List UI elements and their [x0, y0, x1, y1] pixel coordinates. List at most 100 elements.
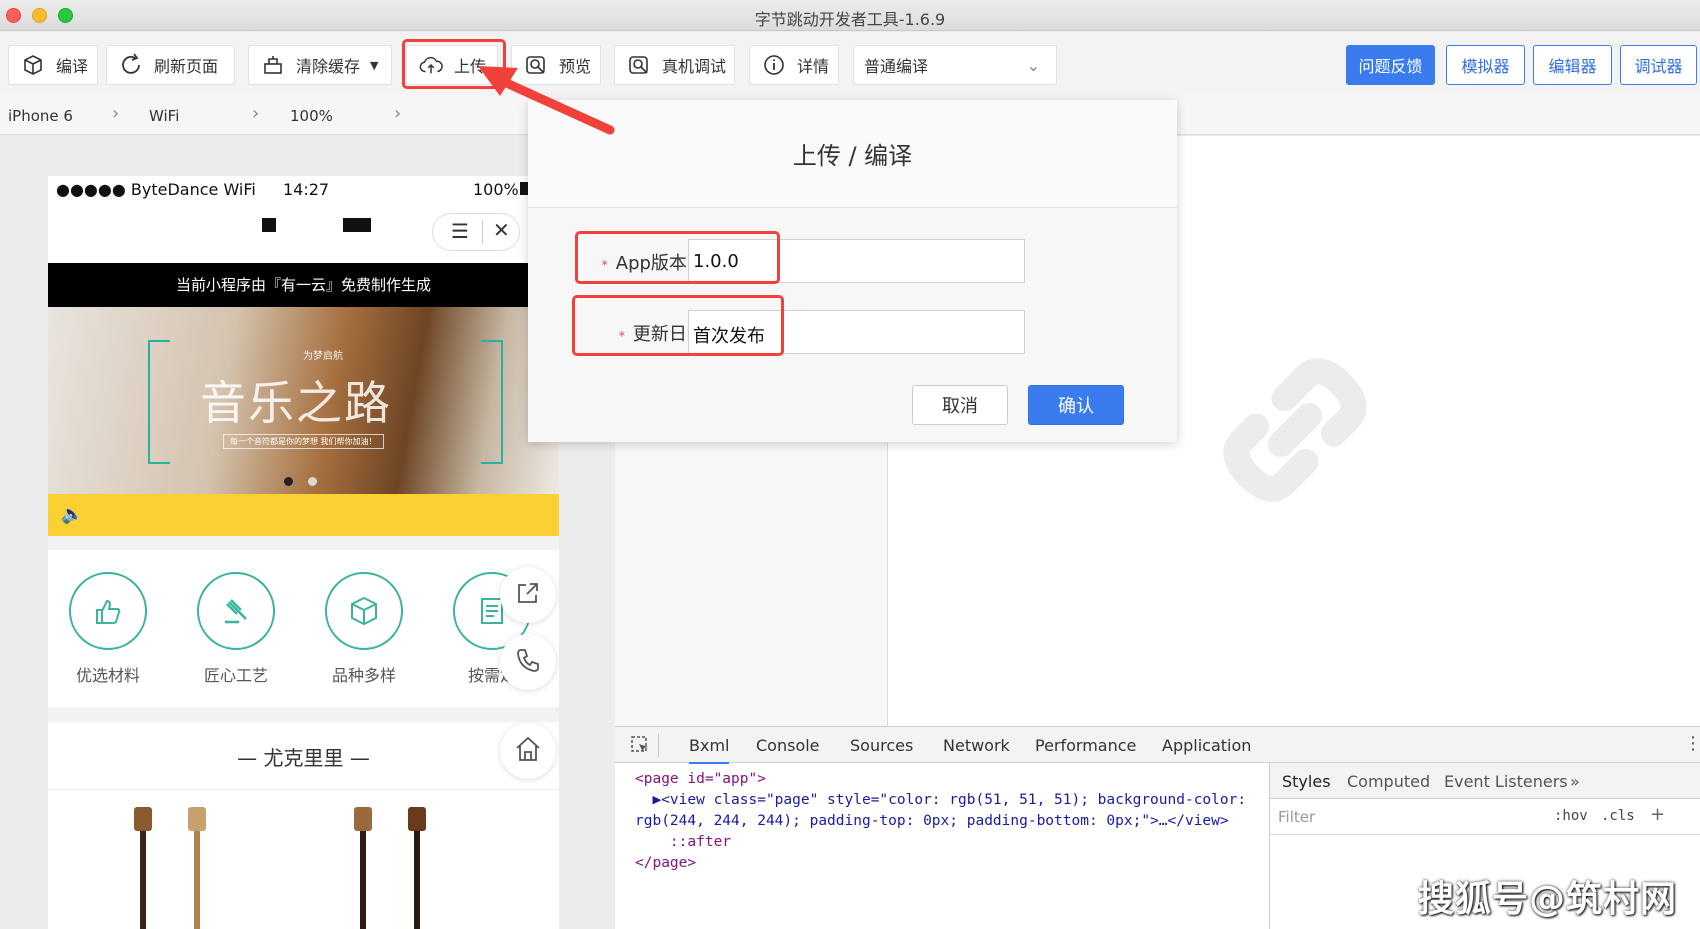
compile-mode-value: 普通编译 [864, 57, 929, 76]
ukulele-icon [354, 807, 426, 929]
clear-cache-label: 清除缓存 [296, 57, 361, 76]
share-float-button[interactable] [500, 567, 556, 623]
watermark-text: 搜狐号@筑村网 [1418, 879, 1678, 920]
tab-application[interactable]: Application [1162, 736, 1251, 755]
tab-sources[interactable]: Sources [850, 736, 913, 755]
broom-icon [261, 53, 285, 77]
phone-icon [514, 646, 542, 678]
feedback-button[interactable]: 问题反馈 [1346, 45, 1435, 85]
simulator-toggle-button[interactable]: 模拟器 [1446, 45, 1525, 85]
confirm-button[interactable]: 确认 [1028, 385, 1124, 425]
remote-debug-button[interactable]: 真机调试 [614, 45, 735, 85]
clock-text: 14:27 [283, 180, 330, 199]
compile-button[interactable]: 编译 [8, 45, 98, 85]
chevron-right-icon: › [112, 103, 120, 124]
device-select[interactable]: iPhone 6 [8, 107, 73, 125]
remote-debug-label: 真机调试 [662, 57, 727, 76]
feature-item[interactable]: 品种多样 [325, 572, 403, 686]
thumbs-up-icon [69, 572, 147, 650]
tab-divider [658, 733, 659, 757]
hero-carousel[interactable]: 为梦启航 音乐之路 每一个音符都是你的梦想 我们帮你加油！ [48, 307, 559, 494]
hero-title: 音乐之路 [200, 376, 392, 430]
details-button[interactable]: 详情 [749, 45, 839, 85]
info-icon [762, 53, 786, 77]
compile-mode-select[interactable]: 普通编译 ⌄ [853, 45, 1057, 85]
carousel-dot-active[interactable] [284, 477, 293, 486]
code-line[interactable]: ▶<view class="page" style="color: rgb(51… [635, 790, 1246, 811]
feature-item[interactable]: 优选材料 [69, 572, 147, 686]
clear-cache-button[interactable]: 清除缓存 ▼ [248, 45, 392, 85]
refresh-button[interactable]: 刷新页面 [106, 45, 235, 85]
call-float-button[interactable] [500, 634, 556, 690]
tab-computed[interactable]: Computed [1347, 772, 1430, 791]
ukulele-icon [134, 807, 206, 929]
zoom-select[interactable]: 100% [290, 107, 333, 125]
feature-label: 优选材料 [75, 666, 140, 685]
chevron-right-icon: › [252, 103, 260, 124]
add-rule-icon[interactable]: + [1650, 804, 1665, 825]
menu-icon[interactable]: ☰ [451, 219, 469, 243]
capsule-divider [482, 220, 483, 244]
code-line[interactable]: <page id="app"> [635, 769, 1246, 790]
tab-event-listeners[interactable]: Event Listeners [1444, 772, 1568, 791]
hero-frame-left [148, 340, 170, 464]
close-miniapp-icon[interactable]: ✕ [493, 218, 510, 242]
hero-caption: 每一个音符都是你的梦想 我们帮你加油！ [223, 434, 384, 449]
divider [48, 789, 559, 790]
carousel-dot[interactable] [308, 477, 317, 486]
cube-icon [325, 572, 403, 650]
product-image[interactable] [128, 807, 238, 929]
code-line[interactable]: </page> [635, 853, 1246, 874]
inspect-element-icon[interactable] [630, 735, 650, 759]
home-float-button[interactable] [500, 723, 556, 779]
phone-status-bar: ●●●●● ByteDance WiFi 14:27 100% [48, 176, 559, 204]
cube-icon [21, 53, 45, 77]
element-tree[interactable]: <page id="app"> ▶<view class="page" styl… [635, 769, 1246, 874]
title-bar: 字节跳动开发者工具-1.6.9 [0, 0, 1700, 31]
chevron-down-icon: ⌄ [1026, 56, 1040, 75]
spacer [48, 707, 559, 722]
dialog-header: 上传 / 编译 [528, 100, 1177, 208]
spacer [48, 536, 559, 550]
chevron-right-icon: › [394, 103, 402, 124]
debugger-toggle-button[interactable]: 调试器 [1620, 45, 1697, 85]
details-label: 详情 [797, 57, 830, 76]
dropdown-caret-icon: ▼ [370, 58, 379, 72]
notice-bar: 🔈 [48, 494, 559, 536]
more-tabs-icon[interactable]: » [1570, 772, 1580, 791]
tab-console[interactable]: Console [756, 736, 820, 755]
editor-toggle-button[interactable]: 编辑器 [1533, 45, 1612, 85]
cancel-button[interactable]: 取消 [912, 385, 1008, 425]
product-image[interactable] [348, 807, 458, 929]
version-highlight-box [575, 231, 780, 284]
toolbar: 编译 刷新页面 清除缓存 ▼ 上传 预览 真机调试 详情 普通编译 ⌄ 问题反馈… [0, 32, 1700, 95]
remote-debug-icon [627, 53, 651, 77]
refresh-icon [119, 53, 143, 77]
code-line[interactable]: ::after [635, 832, 1246, 853]
carrier-text: ●●●●● ByteDance WiFi [56, 180, 256, 199]
home-icon [513, 734, 543, 768]
capsule-menu[interactable]: ☰ ✕ [432, 213, 520, 251]
more-options-icon[interactable]: ⋮ [1684, 733, 1700, 754]
code-line[interactable]: rgb(244, 244, 244); padding-top: 0px; pa… [635, 811, 1246, 832]
tab-performance[interactable]: Performance [1035, 736, 1136, 755]
battery-text: 100% [473, 180, 519, 199]
filter-row: Filter :hov .cls + [1270, 799, 1700, 835]
nav-block-icon [262, 218, 276, 232]
changelog-highlight-box [572, 295, 784, 356]
bytedance-logo-icon [1210, 345, 1380, 515]
filter-input[interactable]: Filter [1278, 808, 1315, 826]
tab-bxml[interactable]: Bxml [689, 736, 730, 764]
section-title: — 尤克里里 — [237, 746, 370, 770]
network-select[interactable]: WiFi [149, 107, 179, 125]
phone-screen: ●●●●● ByteDance WiFi 14:27 100% ☰ ✕ 当前小程… [48, 176, 559, 929]
tab-network[interactable]: Network [943, 736, 1010, 755]
hov-toggle[interactable]: :hov [1554, 808, 1588, 824]
share-icon [515, 580, 541, 610]
generated-by-banner: 当前小程序由『有一云』免费制作生成 [48, 263, 559, 307]
cls-toggle[interactable]: .cls [1601, 808, 1635, 824]
hero-subtitle: 为梦启航 [303, 351, 343, 362]
tab-styles[interactable]: Styles [1282, 772, 1331, 791]
annotation-arrow-icon [478, 66, 615, 135]
feature-item[interactable]: 匠心工艺 [197, 572, 275, 686]
